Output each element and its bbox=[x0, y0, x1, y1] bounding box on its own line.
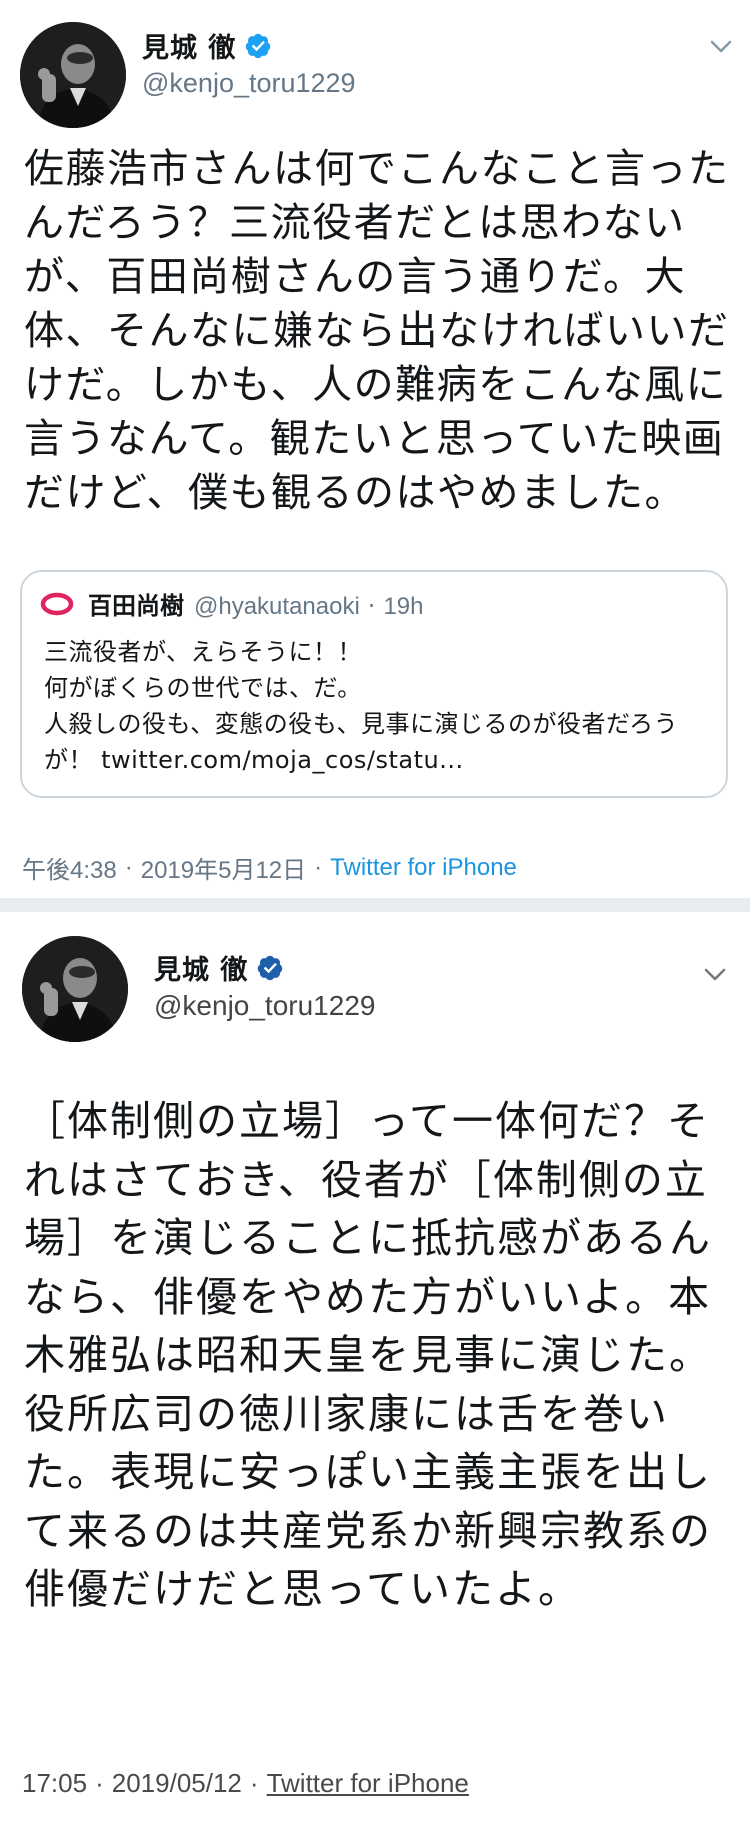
author-handle[interactable]: @kenjo_toru1229 bbox=[154, 990, 375, 1022]
quoted-tweet-header: 百田尚樹 @hyakutanaoki · 19h bbox=[88, 586, 423, 621]
tweet-card[interactable]: 見城 徹 @kenjo_toru1229 ［体制側の立場］って一体何だ？それはさ… bbox=[0, 912, 750, 1821]
tweet-meta: 17:05 · 2019/05/12 · Twitter for iPhone bbox=[22, 1768, 469, 1799]
author-avatar[interactable] bbox=[22, 936, 128, 1042]
avatar-image bbox=[22, 936, 128, 1042]
quoted-timestamp: 19h bbox=[383, 593, 424, 620]
tweet-source-link[interactable]: Twitter for iPhone bbox=[267, 1768, 469, 1799]
tweet-date: 2019/05/12 bbox=[111, 1768, 242, 1798]
tweet-time: 午後4:38 bbox=[22, 857, 117, 884]
author-name-row: 見城 徹 bbox=[154, 948, 284, 987]
meta-separator: · bbox=[95, 1768, 104, 1798]
meta-separator: · bbox=[124, 853, 133, 881]
author-display-name[interactable]: 見城 徹 bbox=[154, 948, 248, 987]
tweet-source-link[interactable]: Twitter for iPhone bbox=[330, 854, 517, 882]
tweet-meta: 午後4:38 · 2019年5月12日 · Twitter for iPhone bbox=[22, 850, 517, 885]
quoted-separator: · bbox=[367, 592, 376, 620]
chevron-down-icon[interactable] bbox=[700, 960, 730, 990]
tweet-time: 17:05 bbox=[22, 1768, 88, 1798]
meta-separator: · bbox=[314, 853, 323, 881]
verified-badge-icon bbox=[244, 32, 272, 60]
quoted-author-name: 百田尚樹 bbox=[88, 592, 184, 620]
tweet-date: 2019年5月12日 bbox=[140, 857, 307, 884]
avatar-image bbox=[20, 22, 126, 128]
tweet-text: ［体制側の立場］って一体何だ？それはさておき、役者が［体制側の立場］を演じること… bbox=[24, 1097, 712, 1613]
author-display-name[interactable]: 見城 徹 bbox=[142, 26, 236, 65]
tweet-card[interactable]: 見城 徹 @kenjo_toru1229 佐藤浩市さんは何でこんなこと言ったんだ… bbox=[0, 0, 750, 884]
tweet-text: 佐藤浩市さんは何でこんなこと言ったんだろう？三流役者だとは思わないが、百田尚樹さ… bbox=[24, 146, 730, 516]
verified-badge-icon bbox=[256, 954, 284, 982]
author-handle[interactable]: @kenjo_toru1229 bbox=[142, 68, 356, 99]
quote-avatar-icon bbox=[40, 592, 74, 616]
quoted-tweet[interactable]: 百田尚樹 @hyakutanaoki · 19h 三流役者が、えらそうに！！ 何… bbox=[20, 570, 728, 798]
tweet-divider bbox=[0, 898, 750, 912]
author-name-row: 見城 徹 bbox=[142, 26, 272, 65]
quoted-tweet-text: 三流役者が、えらそうに！！ 何がぼくらの世代では、だ。 人殺しの役も、変態の役も… bbox=[44, 638, 679, 774]
meta-separator: · bbox=[249, 1768, 259, 1798]
author-avatar[interactable] bbox=[20, 22, 126, 128]
quoted-author-handle: @hyakutanaoki bbox=[194, 593, 360, 620]
chevron-down-icon[interactable] bbox=[706, 32, 736, 62]
